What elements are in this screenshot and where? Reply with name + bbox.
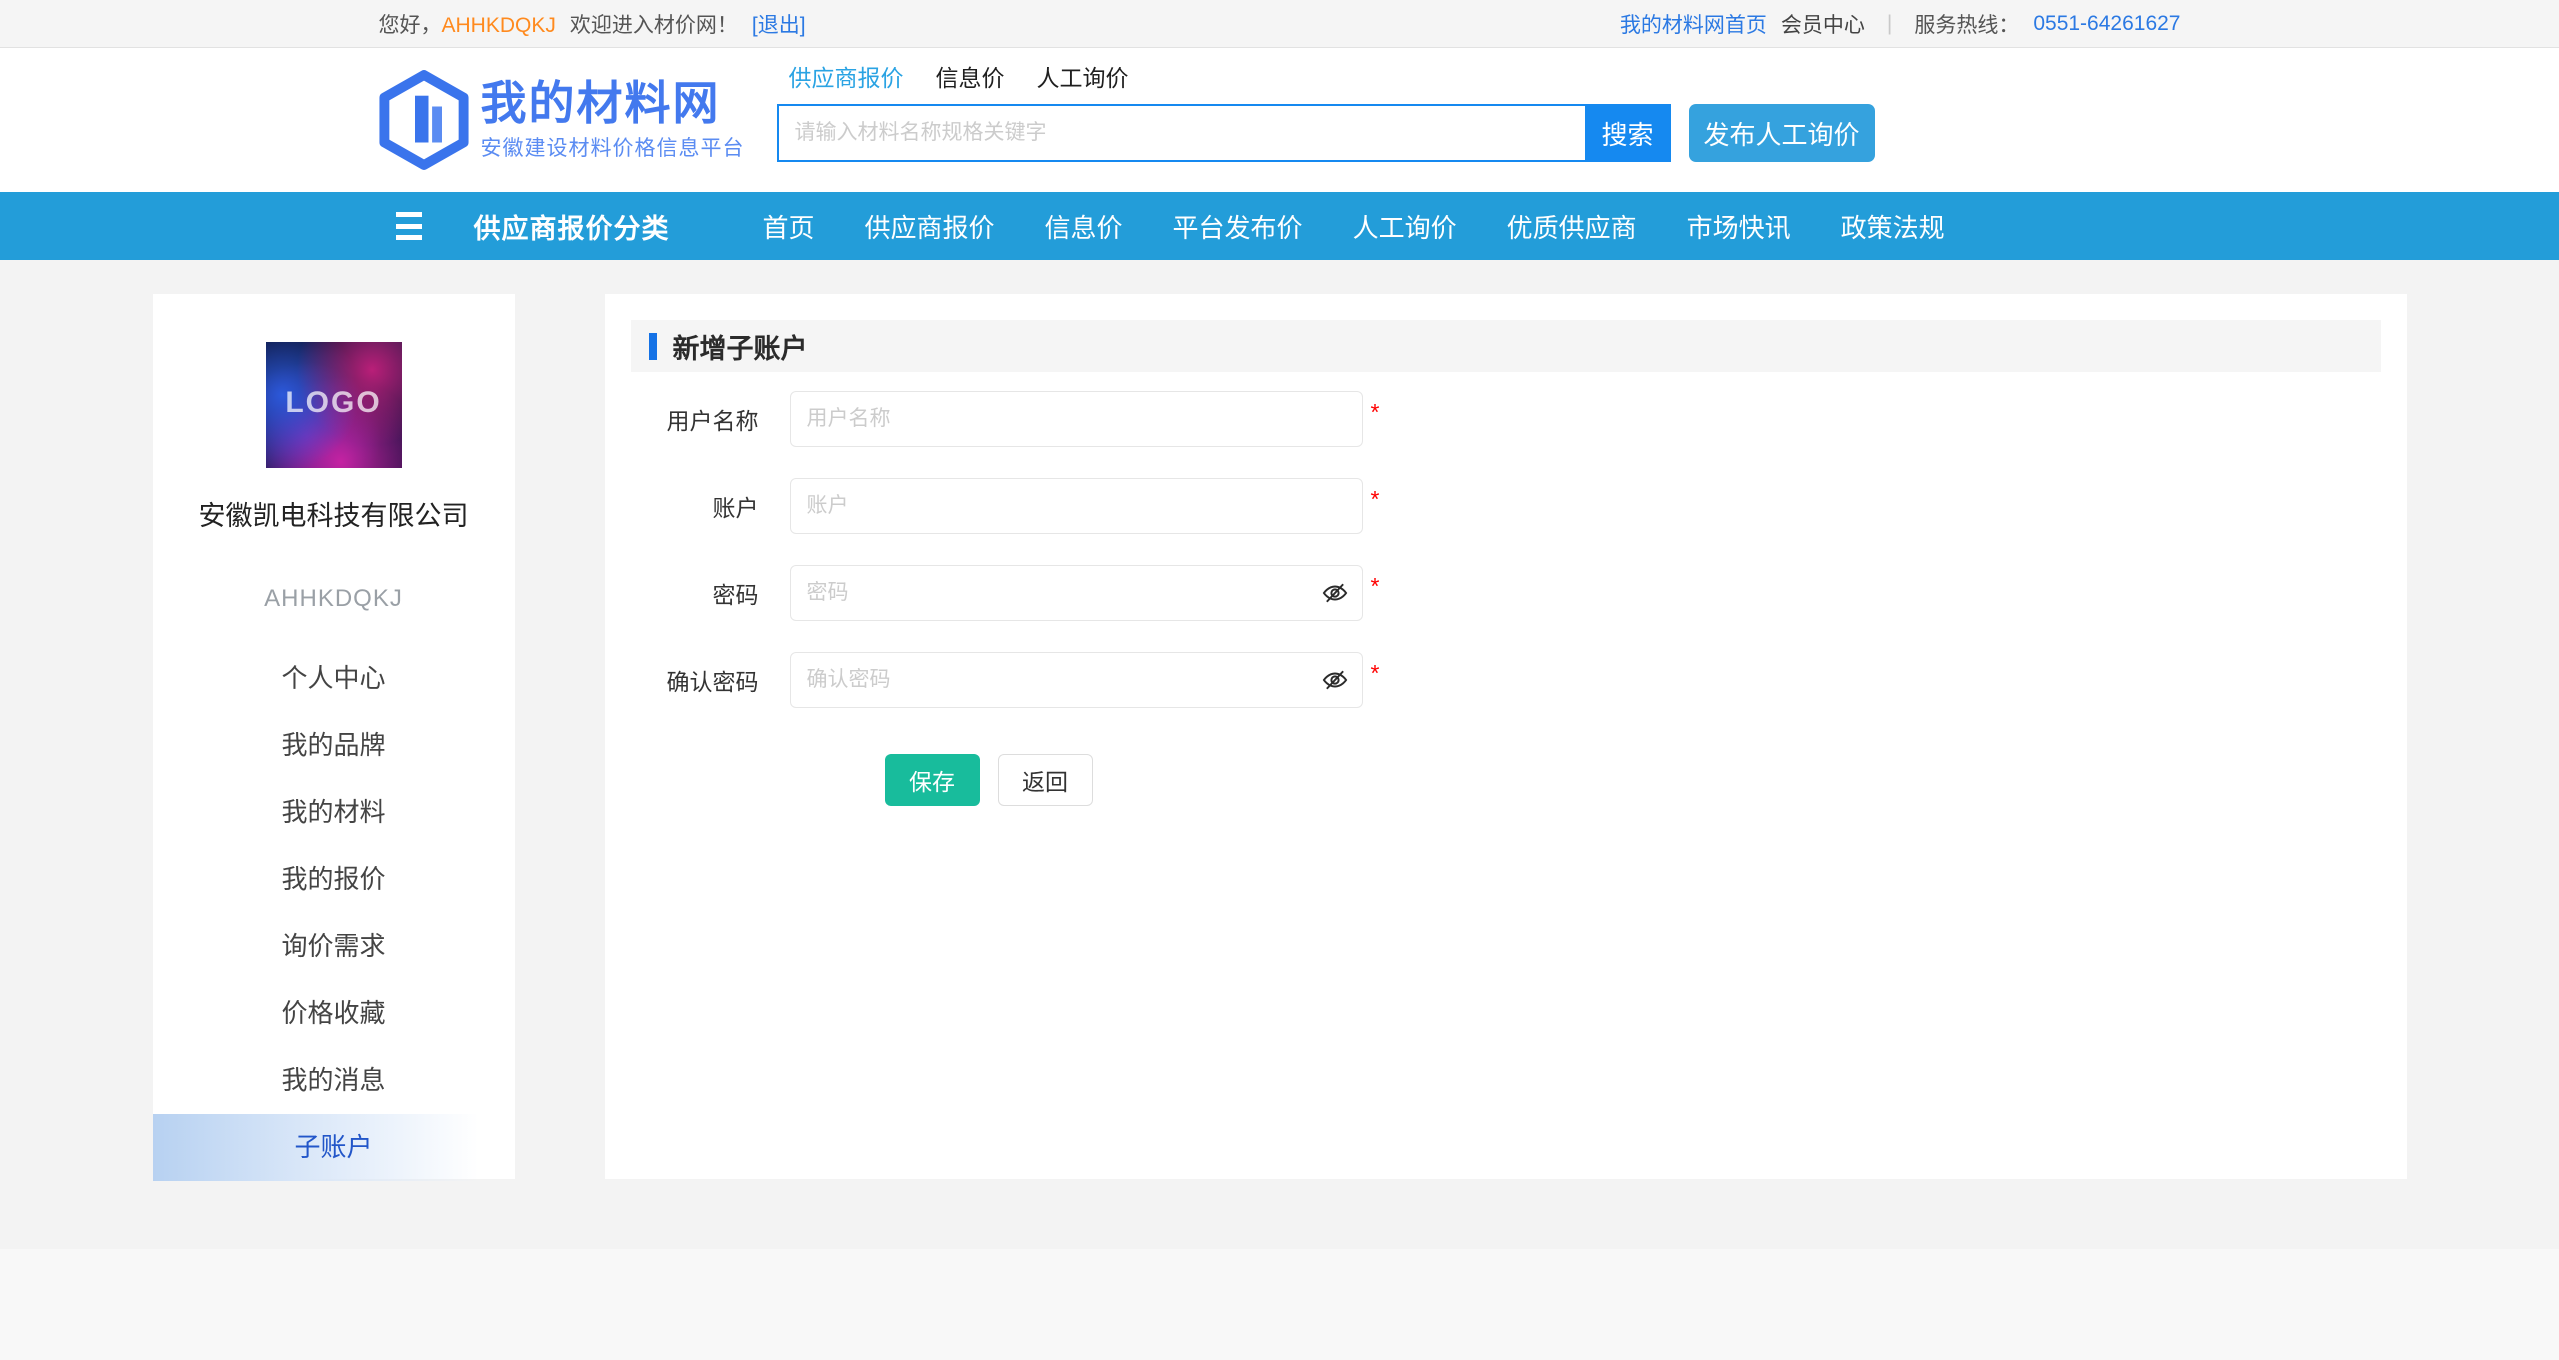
page-titlebar: 新增子账户 <box>631 320 2381 372</box>
main-panel: 新增子账户 用户名称 * 账户 * 密码 * 确认密码 <box>605 294 2407 1179</box>
topbar-divider: | <box>1879 12 1900 36</box>
save-button[interactable]: 保存 <box>885 754 980 806</box>
greeting-text: 您好，AHHKDQKJ <box>379 9 556 39</box>
company-logo-image: LOGO <box>266 342 402 468</box>
topbar: 您好，AHHKDQKJ 欢迎进入材价网！ [退出] 我的材料网首页 会员中心 |… <box>0 0 2559 48</box>
logo-title: 我的材料网 <box>481 78 745 129</box>
topbar-username: AHHKDQKJ <box>442 14 556 37</box>
sidebar-menu: 个人中心我的品牌我的材料我的报价询价需求价格收藏我的消息子账户 <box>153 645 515 1181</box>
logout-link[interactable]: [退出] <box>752 9 806 39</box>
search-tab[interactable]: 信息价 <box>936 59 1005 93</box>
sidebar-item[interactable]: 子账户 <box>153 1114 515 1181</box>
field-label: 用户名称 <box>631 402 759 436</box>
member-center-link[interactable]: 会员中心 <box>1781 9 1865 39</box>
home-link[interactable]: 我的材料网首页 <box>1620 9 1767 39</box>
company-logo-text: LOGO <box>266 386 402 420</box>
back-button[interactable]: 返回 <box>998 754 1093 806</box>
search-tab[interactable]: 人工询价 <box>1037 59 1129 93</box>
hotline-label: 服务热线： <box>1914 9 2019 39</box>
search-tab[interactable]: 供应商报价 <box>789 59 904 93</box>
sidebar-item[interactable]: 我的消息 <box>153 1047 515 1114</box>
nav-item[interactable]: 市场快讯 <box>1687 208 1791 245</box>
header: 我的材料网 安徽建设材料价格信息平台 供应商报价信息价人工询价 搜索 发布人工询… <box>0 48 2559 192</box>
form-row: 确认密码 * <box>631 652 2381 708</box>
field-input[interactable] <box>790 391 1363 447</box>
form-row: 密码 * <box>631 565 2381 621</box>
account-code: AHHKDQKJ <box>153 585 515 613</box>
sidebar-item[interactable]: 我的品牌 <box>153 712 515 779</box>
form-row: 账户 * <box>631 478 2381 534</box>
search-block: 供应商报价信息价人工询价 搜索 发布人工询价 <box>777 59 1875 162</box>
nav-item[interactable]: 人工询价 <box>1353 208 1457 245</box>
field-input[interactable] <box>790 478 1363 534</box>
sidebar-item[interactable]: 我的报价 <box>153 846 515 913</box>
greeting-prefix: 您好， <box>379 14 442 37</box>
sidebar: LOGO 安徽凯电科技有限公司 AHHKDQKJ 个人中心我的品牌我的材料我的报… <box>153 294 515 1179</box>
supplier-category-title[interactable]: 供应商报价分类 <box>474 192 670 260</box>
required-asterisk: * <box>1371 399 1380 426</box>
field-input[interactable] <box>790 652 1363 708</box>
nav-item[interactable]: 政策法规 <box>1841 208 1945 245</box>
nav-item[interactable]: 信息价 <box>1045 208 1123 245</box>
required-asterisk: * <box>1371 660 1380 687</box>
hexagon-logo-icon <box>379 70 469 170</box>
required-asterisk: * <box>1371 486 1380 513</box>
field-label: 确认密码 <box>631 663 759 697</box>
search-input[interactable] <box>777 104 1585 162</box>
page-body: LOGO 安徽凯电科技有限公司 AHHKDQKJ 个人中心我的品牌我的材料我的报… <box>153 294 2407 1179</box>
nav-item[interactable]: 首页 <box>763 208 815 245</box>
search-button[interactable]: 搜索 <box>1585 104 1671 162</box>
nav-item[interactable]: 供应商报价 <box>865 208 995 245</box>
sub-account-form: 用户名称 * 账户 * 密码 * 确认密码 <box>631 391 2381 708</box>
field-input[interactable] <box>790 565 1363 621</box>
form-row: 用户名称 * <box>631 391 2381 447</box>
title-accent-bar <box>649 333 657 360</box>
search-tabs: 供应商报价信息价人工询价 <box>777 59 1875 93</box>
welcome-text: 欢迎进入材价网！ <box>570 9 738 39</box>
main-nav: 供应商报价分类 首页 供应商报价 信息价 平台发布价 人工询价 优质供应商 市场快讯 政策法规 <box>0 192 2559 260</box>
nav-item[interactable]: 优质供应商 <box>1507 208 1637 245</box>
sidebar-item[interactable]: 个人中心 <box>153 645 515 712</box>
hotline-number: 0551-64261627 <box>2033 12 2180 36</box>
field-label: 密码 <box>631 576 759 610</box>
logo-subtitle: 安徽建设材料价格信息平台 <box>481 132 745 162</box>
hamburger-icon[interactable] <box>396 212 438 240</box>
page-title: 新增子账户 <box>673 327 808 366</box>
footer-strip <box>0 1249 2559 1360</box>
sidebar-item[interactable]: 询价需求 <box>153 913 515 980</box>
site-logo[interactable]: 我的材料网 安徽建设材料价格信息平台 <box>379 70 745 170</box>
eye-off-icon[interactable] <box>1321 666 1349 694</box>
company-name: 安徽凯电科技有限公司 <box>153 494 515 533</box>
publish-inquiry-button[interactable]: 发布人工询价 <box>1689 104 1875 162</box>
nav-item[interactable]: 平台发布价 <box>1173 208 1303 245</box>
required-asterisk: * <box>1371 573 1380 600</box>
sidebar-item[interactable]: 我的材料 <box>153 779 515 846</box>
nav-menu: 首页 供应商报价 信息价 平台发布价 人工询价 优质供应商 市场快讯 政策法规 <box>763 192 1945 260</box>
sidebar-item[interactable]: 价格收藏 <box>153 980 515 1047</box>
field-label: 账户 <box>631 489 759 523</box>
eye-off-icon[interactable] <box>1321 579 1349 607</box>
